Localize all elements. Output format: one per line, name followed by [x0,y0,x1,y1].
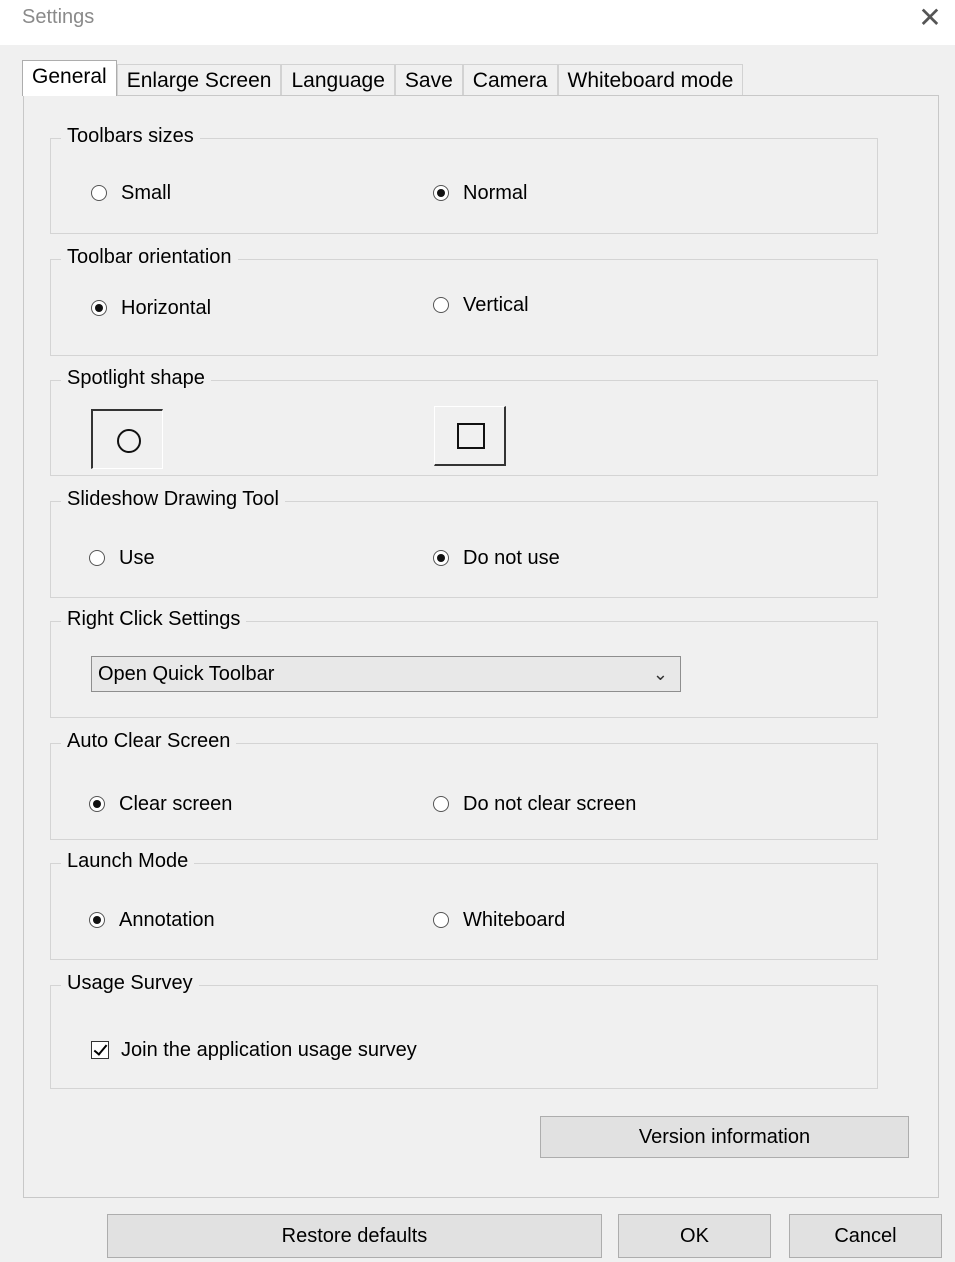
group-spotlight-shape: Spotlight shape [50,365,878,476]
tab-camera[interactable]: Camera [462,64,558,96]
group-title: Auto Clear Screen [61,728,237,754]
radio-annotation[interactable]: Annotation [89,908,215,932]
radio-indicator [91,185,107,201]
group-auto-clear-screen: Auto Clear Screen Clear screen Do not cl… [50,728,878,840]
radio-do-not-clear-screen[interactable]: Do not clear screen [433,792,636,816]
radio-indicator [91,300,107,316]
group-title: Usage Survey [61,970,199,996]
group-slideshow-drawing-tool: Slideshow Drawing Tool Use Do not use [50,486,878,598]
close-icon[interactable]: ✕ [916,4,944,32]
square-icon [457,423,485,449]
radio-clear-screen[interactable]: Clear screen [89,792,232,816]
radio-small[interactable]: Small [91,181,171,205]
group-title: Right Click Settings [61,606,247,632]
window-title: Settings [22,6,95,28]
group-title: Launch Mode [61,848,195,874]
checkbox-label: Join the application usage survey [121,1039,417,1061]
group-usage-survey: Usage Survey Join the application usage … [50,970,878,1089]
radio-label: Horizontal [121,297,212,319]
chevron-down-icon: ⌄ [652,664,668,684]
radio-indicator [433,297,449,313]
group-title: Slideshow Drawing Tool [61,486,285,512]
group-launch-mode: Launch Mode Annotation Whiteboard [50,848,878,960]
spotlight-square-button[interactable] [434,406,506,466]
usage-survey-checkbox[interactable]: Join the application usage survey [91,1038,417,1062]
radio-whiteboard[interactable]: Whiteboard [433,908,565,932]
group-toolbar-sizes: Toolbars sizes Small Normal [50,123,878,234]
radio-label: Annotation [119,909,215,931]
radio-label: Small [121,182,172,204]
radio-vertical[interactable]: Vertical [433,293,529,317]
tab-whiteboard-mode[interactable]: Whiteboard mode [557,64,744,96]
group-toolbar-orientation: Toolbar orientation Horizontal Vertical [50,244,878,356]
version-information-button[interactable]: Version information [540,1116,909,1158]
tab-general[interactable]: General [22,60,117,96]
radio-label: Vertical [463,294,529,316]
group-title: Spotlight shape [61,365,211,391]
radio-indicator [89,796,105,812]
radio-normal[interactable]: Normal [433,181,527,205]
radio-indicator [433,550,449,566]
radio-label: Use [119,547,155,569]
radio-label: Whiteboard [463,909,566,931]
radio-label: Normal [463,182,528,204]
group-title: Toolbars sizes [61,123,200,149]
radio-indicator [433,185,449,201]
tab-save[interactable]: Save [394,64,463,96]
right-click-dropdown[interactable]: Open Quick Toolbar ⌄ [91,656,681,692]
ok-button[interactable]: OK [618,1214,771,1258]
radio-label: Do not clear screen [463,793,637,815]
radio-indicator [433,912,449,928]
radio-indicator [89,912,105,928]
radio-label: Clear screen [119,793,233,815]
radio-do-not-use[interactable]: Do not use [433,546,560,570]
circle-icon [117,429,141,453]
group-title: Toolbar orientation [61,244,238,270]
radio-indicator [89,550,105,566]
checkbox-indicator [91,1041,109,1059]
dropdown-value: Open Quick Toolbar [98,663,275,685]
tab-language[interactable]: Language [281,64,395,96]
tab-bar: General Enlarge Screen Language Save Cam… [22,60,744,96]
tab-enlarge-screen[interactable]: Enlarge Screen [116,64,282,96]
title-bar [0,0,955,45]
spotlight-circle-button[interactable] [91,409,163,469]
cancel-button[interactable]: Cancel [789,1214,942,1258]
radio-label: Do not use [463,547,560,569]
group-right-click-settings: Right Click Settings Open Quick Toolbar … [50,606,878,718]
radio-use[interactable]: Use [89,546,155,570]
radio-indicator [433,796,449,812]
restore-defaults-button[interactable]: Restore defaults [107,1214,602,1258]
radio-horizontal[interactable]: Horizontal [91,296,211,320]
